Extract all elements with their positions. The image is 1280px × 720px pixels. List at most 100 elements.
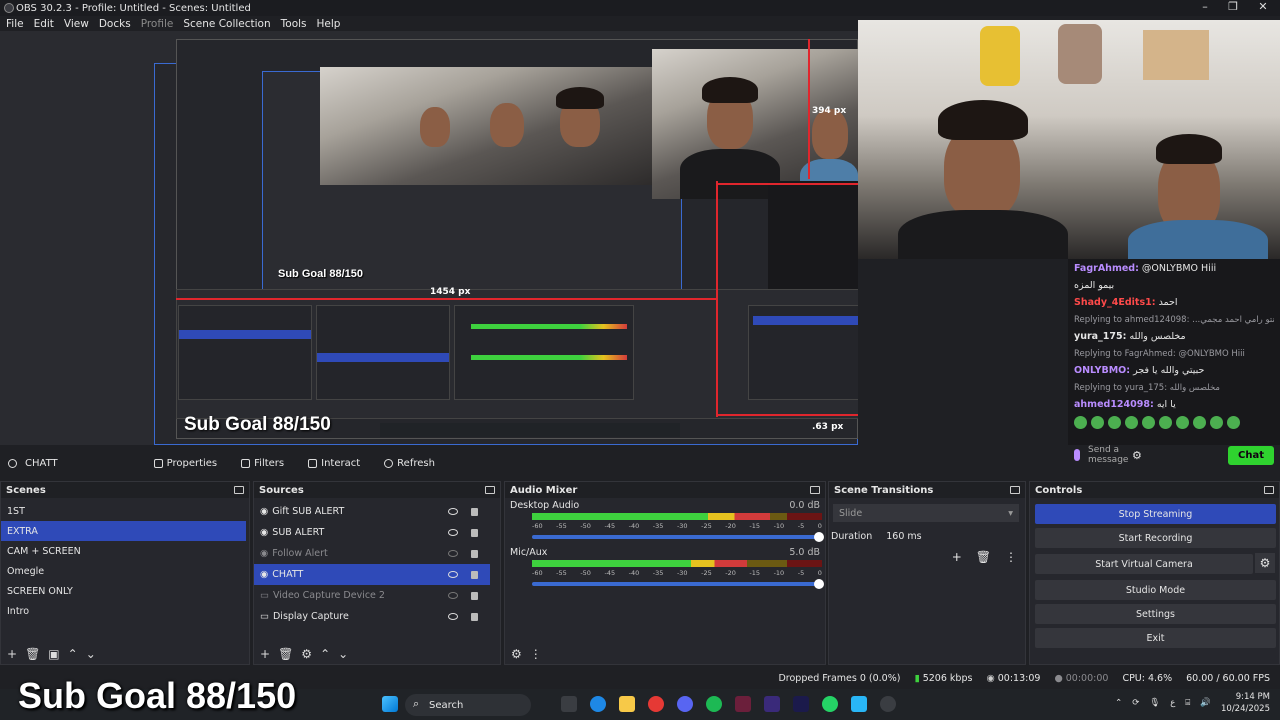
menu-edit[interactable]: Edit xyxy=(34,18,54,30)
davinci-icon[interactable] xyxy=(735,696,751,712)
interact-button[interactable]: Interact xyxy=(302,456,366,471)
remove-source-icon[interactable]: 🗑 xyxy=(278,647,293,661)
close-button[interactable]: ✕ xyxy=(1248,0,1278,16)
obs-taskbar-icon[interactable] xyxy=(880,696,896,712)
more-icon[interactable]: ⋮ xyxy=(1005,550,1017,564)
source-item[interactable]: ◉ Follow Alert xyxy=(254,543,490,564)
menu-help[interactable]: Help xyxy=(317,18,341,30)
move-down-icon[interactable]: ⌄ xyxy=(86,647,96,661)
duration-input[interactable]: 160 ms xyxy=(886,528,1021,544)
settings-button[interactable]: Settings xyxy=(1035,604,1276,624)
lock-icon[interactable] xyxy=(471,612,478,621)
move-up-icon[interactable]: ⌃ xyxy=(320,647,330,661)
chevron-up-icon[interactable]: ⌃ xyxy=(1115,697,1122,709)
lock-icon[interactable] xyxy=(471,528,478,537)
undock-icon[interactable] xyxy=(810,486,820,494)
taskbar-search[interactable]: ⌕ Search xyxy=(405,694,531,716)
refresh-button[interactable]: Refresh xyxy=(378,456,441,471)
menu-scene-collection[interactable]: Scene Collection xyxy=(183,18,270,30)
chat-input[interactable]: Send a message xyxy=(1088,445,1128,465)
stop-streaming-button[interactable]: Stop Streaming xyxy=(1035,504,1276,524)
scene-item[interactable]: CAM + SCREEN xyxy=(1,541,246,561)
lock-icon[interactable] xyxy=(471,591,478,600)
lock-icon[interactable] xyxy=(471,570,478,579)
menu-view[interactable]: View xyxy=(64,18,89,30)
scene-filters-icon[interactable]: ▣ xyxy=(48,647,59,661)
move-down-icon[interactable]: ⌄ xyxy=(338,647,348,661)
add-transition-icon[interactable]: + xyxy=(952,550,962,564)
edge-icon[interactable] xyxy=(590,696,606,712)
visibility-icon[interactable] xyxy=(448,613,458,620)
chat-send-button[interactable]: Chat xyxy=(1228,445,1274,465)
transition-select[interactable]: Slide ▾ xyxy=(833,504,1019,522)
virtual-camera-settings-icon[interactable]: ⚙ xyxy=(1255,553,1275,573)
move-up-icon[interactable]: ⌃ xyxy=(68,647,78,661)
scene-item[interactable]: Intro xyxy=(1,601,246,621)
start-recording-button[interactable]: Start Recording xyxy=(1035,528,1276,548)
source-item[interactable]: ▭ Display Capture xyxy=(254,606,490,627)
scene-item-selected[interactable]: EXTRA xyxy=(1,521,246,541)
mixer-settings-icon[interactable]: ⚙ xyxy=(511,647,522,661)
add-scene-icon[interactable]: + xyxy=(7,647,17,661)
scene-item[interactable]: SCREEN ONLY xyxy=(1,581,246,601)
menu-file[interactable]: File xyxy=(6,18,24,30)
premiere-icon[interactable] xyxy=(793,696,809,712)
clock[interactable]: 9:14 PM 10/24/2025 xyxy=(1221,691,1270,715)
exit-button[interactable]: Exit xyxy=(1035,628,1276,648)
undock-icon[interactable] xyxy=(485,486,495,494)
source-item-selected[interactable]: ◉ CHATT xyxy=(254,564,490,585)
hidden-icon[interactable] xyxy=(448,592,458,599)
menu-profile[interactable]: Profile xyxy=(141,18,174,30)
undock-icon[interactable] xyxy=(1264,486,1274,494)
properties-button[interactable]: Properties xyxy=(148,456,224,471)
source-item[interactable]: ◉ Gift SUB ALERT xyxy=(254,501,490,522)
windows-start-icon[interactable] xyxy=(382,696,398,712)
mic-tray-icon[interactable]: 🎙 xyxy=(1149,697,1160,709)
volume-icon[interactable]: 🔊 xyxy=(1200,697,1211,709)
volume-slider[interactable] xyxy=(532,579,824,589)
remove-scene-icon[interactable]: 🗑 xyxy=(25,647,40,661)
undock-icon[interactable] xyxy=(234,486,244,494)
start-virtual-camera-button[interactable]: Start Virtual Camera xyxy=(1035,554,1253,574)
source-item[interactable]: ◉ SUB ALERT xyxy=(254,522,490,543)
measure-label-top: 394 px xyxy=(812,106,847,116)
notepad-icon[interactable] xyxy=(851,696,867,712)
spotify-icon[interactable] xyxy=(706,696,722,712)
lock-icon[interactable] xyxy=(471,507,478,516)
nested-chat xyxy=(768,181,858,296)
maximize-button[interactable]: ❐ xyxy=(1218,0,1248,16)
visibility-icon[interactable] xyxy=(448,529,458,536)
source-properties-icon[interactable]: ⚙ xyxy=(301,647,312,661)
visibility-icon[interactable] xyxy=(448,571,458,578)
file-explorer-icon[interactable] xyxy=(619,696,635,712)
preview-canvas[interactable]: 394 px 1454 px .63 px Sub Goal 88/150 Su… xyxy=(0,31,858,445)
menu-docks[interactable]: Docks xyxy=(99,18,131,30)
volume-slider[interactable] xyxy=(532,532,824,542)
discord-icon[interactable] xyxy=(677,696,693,712)
visibility-icon[interactable] xyxy=(448,508,458,515)
more-icon[interactable]: ⋮ xyxy=(530,647,542,661)
network-icon[interactable]: ⌸ xyxy=(1185,697,1190,709)
undock-icon[interactable] xyxy=(1010,486,1020,494)
scene-item[interactable]: 1ST xyxy=(1,501,246,521)
task-view-icon[interactable] xyxy=(561,696,577,712)
menu-tools[interactable]: Tools xyxy=(281,18,307,30)
nested-taskbar xyxy=(380,423,680,437)
source-item[interactable]: ▭ Video Capture Device 2 xyxy=(254,585,490,606)
language-indicator[interactable]: ع xyxy=(1170,697,1175,709)
studio-mode-button[interactable]: Studio Mode xyxy=(1035,580,1276,600)
add-source-icon[interactable]: + xyxy=(260,647,270,661)
whatsapp-icon[interactable] xyxy=(822,696,838,712)
app-icon[interactable] xyxy=(764,696,780,712)
meter-tick-label: -60 xyxy=(532,569,543,577)
settings-icon[interactable]: ⚙ xyxy=(1132,449,1142,462)
hidden-icon[interactable] xyxy=(448,550,458,557)
remove-transition-icon[interactable]: 🗑 xyxy=(976,550,991,564)
mic-icon[interactable] xyxy=(1074,449,1080,461)
chrome-icon[interactable] xyxy=(648,696,664,712)
minimize-button[interactable]: – xyxy=(1190,0,1220,16)
lock-icon[interactable] xyxy=(471,549,478,558)
filters-button[interactable]: Filters xyxy=(235,456,290,471)
scene-item[interactable]: Omegle xyxy=(1,561,246,581)
sync-icon[interactable]: ⟳ xyxy=(1132,697,1139,709)
